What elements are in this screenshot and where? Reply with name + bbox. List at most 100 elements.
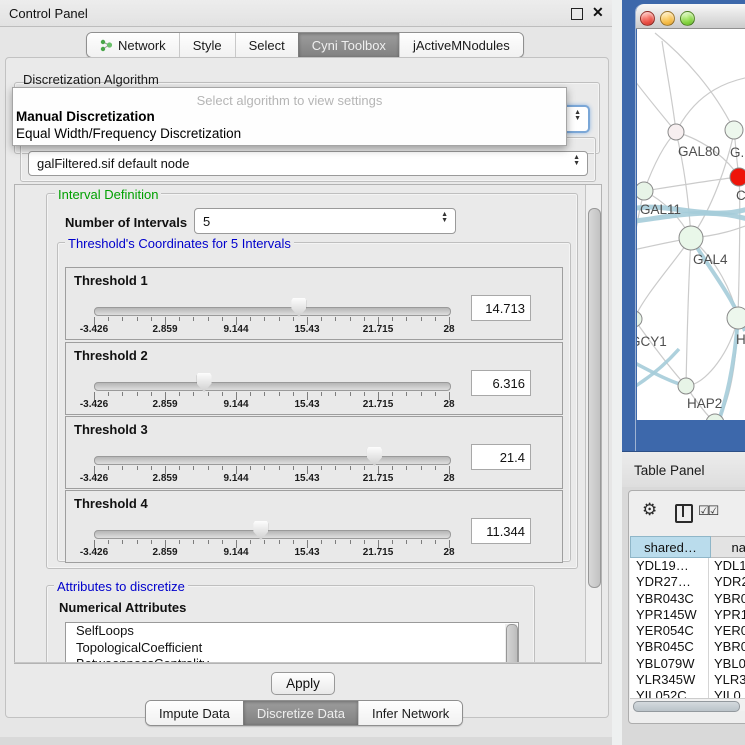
list-item-selfloops[interactable]: SelfLoops [66,623,518,640]
threshold-panel-2: Threshold 2-3.4262.8599.14415.4321.71528… [65,342,563,415]
threshold-value-field[interactable]: 6.316 [471,370,531,396]
threshold-value-field[interactable]: 21.4 [471,444,531,470]
cell-name: YER0 [709,623,745,639]
table-hscrollbar-thumb[interactable] [633,701,740,712]
dropdown-item-equal-width-frequency[interactable]: Equal Width/Frequency Discretization [16,126,241,141]
network-node-label: C [736,188,745,203]
tab-discretize-data[interactable]: Discretize Data [243,701,358,725]
network-node-g[interactable] [725,121,743,139]
columns-icon-divider [682,506,684,517]
dropdown-item-manual-discretization[interactable]: Manual Discretization [16,109,155,124]
spinner-arrows-icon[interactable]: ▲▼ [574,110,581,122]
network-edge [644,132,676,191]
network-node-gal80[interactable] [668,124,684,140]
mac-zoom-icon[interactable] [680,11,695,26]
slider-track[interactable] [94,382,451,391]
network-node-label: GAL4 [693,252,728,267]
network-edge [686,238,691,386]
table-row[interactable]: YDL19…YDL1 [630,558,745,574]
threshold-label: Threshold 3 [74,422,148,437]
tab-cyni-toolbox[interactable]: Cyni Toolbox [298,33,399,57]
apply-button[interactable]: Apply [271,672,335,695]
network-view-window: GAL80G.CGAL11GAL4GCY1HHAP2 [635,4,745,451]
mac-close-icon[interactable] [640,11,655,26]
network-node-label: H [736,332,745,347]
control-panel-titlebar: Control Panel ✕ [0,0,612,27]
table-data-combobox[interactable]: galFiltered.sif default node ▲▼ [28,151,588,176]
tab-network[interactable]: Network [87,33,179,57]
table-row[interactable]: YBR043CYBR0 [630,591,745,607]
network-window-margin [636,420,745,451]
settings-vertical-scrollbar[interactable] [585,185,602,663]
mac-minimize-icon[interactable] [660,11,675,26]
table-row[interactable]: YDR27…YDR2 [630,574,745,590]
slider-track[interactable] [94,456,451,465]
network-node-hap2[interactable] [678,378,694,394]
threshold-value-field[interactable]: 14.713 [471,295,531,321]
tab-select[interactable]: Select [235,33,298,57]
slider-track[interactable] [94,530,451,539]
network-edge [655,33,734,130]
table-row[interactable]: YER054CYER0 [630,623,745,639]
number-of-intervals-value: 5 [203,214,210,229]
list-item-topologicalcoefficient[interactable]: TopologicalCoefficient [66,640,518,657]
table-row[interactable]: YIL052CYIL0 [630,688,745,698]
network-node-gcy1[interactable] [637,311,642,327]
table-data-combo-value: galFiltered.sif default node [37,156,189,171]
bottom-tab-bar: Impute DataDiscretize DataInfer Network [145,700,463,726]
screen: Control Panel ✕ Network Style Select Cyni T… [0,0,745,745]
table-panel-titlebar: Table Panel [622,451,745,487]
network-window-titlebar[interactable] [636,4,745,29]
attributes-group: Attributes to discretize Numerical Attri… [46,585,535,664]
settings-scrollbar-thumb[interactable] [588,208,601,588]
float-window-icon[interactable] [571,8,583,20]
network-edge [637,73,676,132]
table-row[interactable]: YBR045CYBR0 [630,639,745,655]
threshold-panel-3: Threshold 3 -3.4262.8599.14415.4321.71528… [65,416,563,489]
network-graph: GAL80G.CGAL11GAL4GCY1HHAP2 [637,29,745,420]
slider-tick-labels: -3.4262.8599.14415.4321.71528 [94,473,450,486]
attributes-group-title: Attributes to discretize [54,579,188,594]
table-horizontal-scrollbar[interactable] [630,698,745,711]
table-row[interactable]: YPR145WYPR1 [630,607,745,623]
network-node-gal4[interactable] [679,226,703,250]
slider-tick-labels: -3.4262.8599.14415.4321.71528 [94,547,450,560]
network-node-h[interactable] [727,307,745,329]
threshold-panel-4: Threshold 4-3.4262.8599.14415.4321.71528… [65,490,563,563]
tab-label: Select [249,38,285,53]
table-row[interactable]: YBL079WYBL0 [630,656,745,672]
column-header-name[interactable]: na [711,536,745,558]
network-node-c[interactable] [730,168,745,186]
tab-infer-network[interactable]: Infer Network [358,701,462,725]
settings-scrollpane: Interval Definition Number of Intervals … [14,184,602,664]
attributes-scrollbar-thumb[interactable] [506,624,518,664]
cell-name: YDR2 [709,574,745,590]
columns-icon[interactable] [675,504,693,523]
tab-impute-data[interactable]: Impute Data [146,701,243,725]
column-header-shared[interactable]: shared… [630,536,711,558]
discretization-algorithm-title: Discretization Algorithm [20,72,162,87]
numerical-attributes-label: Numerical Attributes [59,600,186,615]
select-checkboxes-icon[interactable]: ☑☑ [698,503,717,519]
network-canvas[interactable]: GAL80G.CGAL11GAL4GCY1HHAP2 [637,29,745,420]
spinner-arrows-icon[interactable]: ▲▼ [573,155,580,167]
numerical-attributes-list[interactable]: SelfLoopsTopologicalCoefficientBetweenne… [65,622,519,664]
gear-icon[interactable]: ⚙ [642,500,657,520]
table-row[interactable]: YLR345WYLR3 [630,672,745,688]
spinner-arrows-icon[interactable]: ▲▼ [441,212,448,224]
number-of-intervals-combobox[interactable]: 5 ▲▼ [194,208,456,234]
thresholds-group-title: Threshold's Coordinates for 5 Intervals [65,236,294,251]
network-node-gal11[interactable] [637,182,653,200]
slider-tick-labels: -3.4262.8599.14415.4321.71528 [94,324,450,337]
tab-jactivemnodules[interactable]: jActiveMNodules [399,33,523,57]
slider-track[interactable] [94,307,451,316]
table-panel-title: Table Panel [634,463,705,478]
interval-definition-group: Interval Definition Number of Intervals … [46,193,578,569]
close-icon[interactable]: ✕ [592,4,604,21]
attribute-items: SelfLoopsTopologicalCoefficientBetweenne… [66,623,518,664]
threshold-value-field[interactable]: 11.344 [471,518,531,544]
tab-style[interactable]: Style [179,33,235,57]
tab-label: Network [118,38,166,53]
cell-name: YBL0 [709,656,745,672]
attributes-scrollbar[interactable] [505,624,517,664]
